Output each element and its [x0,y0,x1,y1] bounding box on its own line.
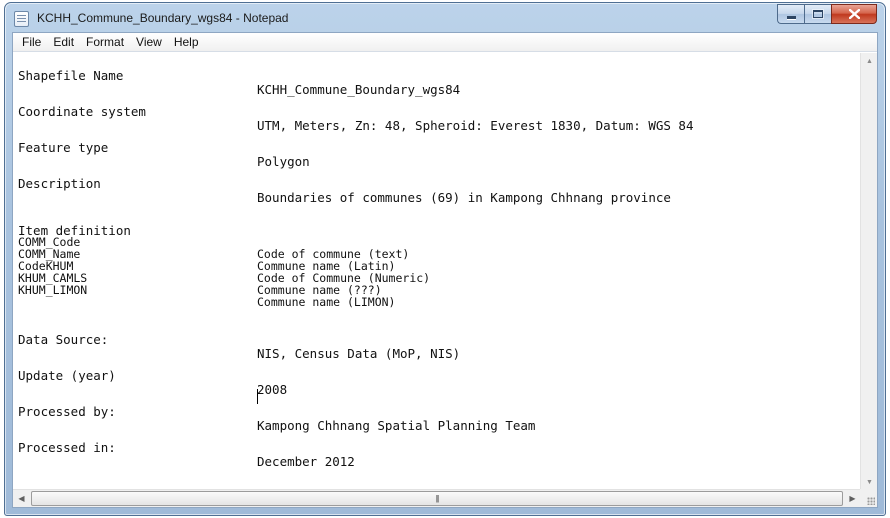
field-key: KHUM_LIMON [18,283,88,297]
menu-edit[interactable]: Edit [47,33,80,52]
minimize-button[interactable] [777,4,804,24]
close-icon [848,9,860,19]
menu-format[interactable]: Format [80,33,130,52]
notepad-window: KCHH_Commune_Boundary_wgs84 - Notepad Fi… [4,2,886,516]
notepad-icon[interactable] [14,11,29,27]
close-button[interactable] [831,4,877,24]
size-grip-icon[interactable] [860,489,877,507]
scroll-left-arrow-icon[interactable]: ◀ [13,490,30,507]
scroll-up-arrow-icon[interactable]: ▲ [861,53,878,70]
maximize-icon [813,10,823,18]
text-caret [257,389,258,404]
thumb-grip-icon: ||| [435,493,439,503]
field-key: Processed by: [18,404,116,419]
field-key: Description [18,176,101,191]
field-value: December 2012 [257,454,355,469]
field-value: Boundaries of communes (69) in Kampong C… [257,190,671,205]
field-value: UTM, Meters, Zn: 48, Spheroid: Everest 1… [257,118,694,133]
horizontal-scrollbar[interactable]: ◀ ||| ▶ [13,489,861,507]
field-value: Kampong Chhnang Spatial Planning Team [257,418,536,433]
maximize-button[interactable] [804,4,831,24]
menu-help[interactable]: Help [168,33,205,52]
field-key: Update (year) [18,368,116,383]
window-title: KCHH_Commune_Boundary_wgs84 - Notepad [37,11,289,25]
menu-bar: File Edit Format View Help [13,33,877,52]
title-bar[interactable]: KCHH_Commune_Boundary_wgs84 - Notepad [5,3,885,33]
minimize-icon [786,15,796,19]
field-value: Commune name (LIMON) [257,295,396,309]
field-key: Feature type [18,140,109,155]
text-line: Processed in: December 2012 [18,427,355,483]
field-key: Data Source: [18,332,109,347]
field-value: KCHH_Commune_Boundary_wgs84 [257,82,461,97]
text-line: KHUM_LIMON Commune name (LIMON) [18,272,395,320]
caption-buttons [777,4,877,24]
menu-view[interactable]: View [130,33,168,52]
field-value: NIS, Census Data (MoP, NIS) [257,346,461,361]
field-key: Shapefile Name [18,68,124,83]
horizontal-scroll-thumb[interactable]: ||| [31,491,843,506]
vertical-scrollbar[interactable]: ▲ ▼ [860,53,877,491]
menu-file[interactable]: File [16,33,47,52]
field-value: 2008 [257,382,288,397]
scroll-right-arrow-icon[interactable]: ▶ [844,490,861,507]
client-area: File Edit Format View Help Shapefile Nam… [12,32,878,508]
field-key: Processed in: [18,440,116,455]
field-value: Polygon [257,154,310,169]
text-editor[interactable]: Shapefile Name KCHH_Commune_Boundary_wgs… [13,53,861,491]
field-key: Coordinate system [18,104,146,119]
